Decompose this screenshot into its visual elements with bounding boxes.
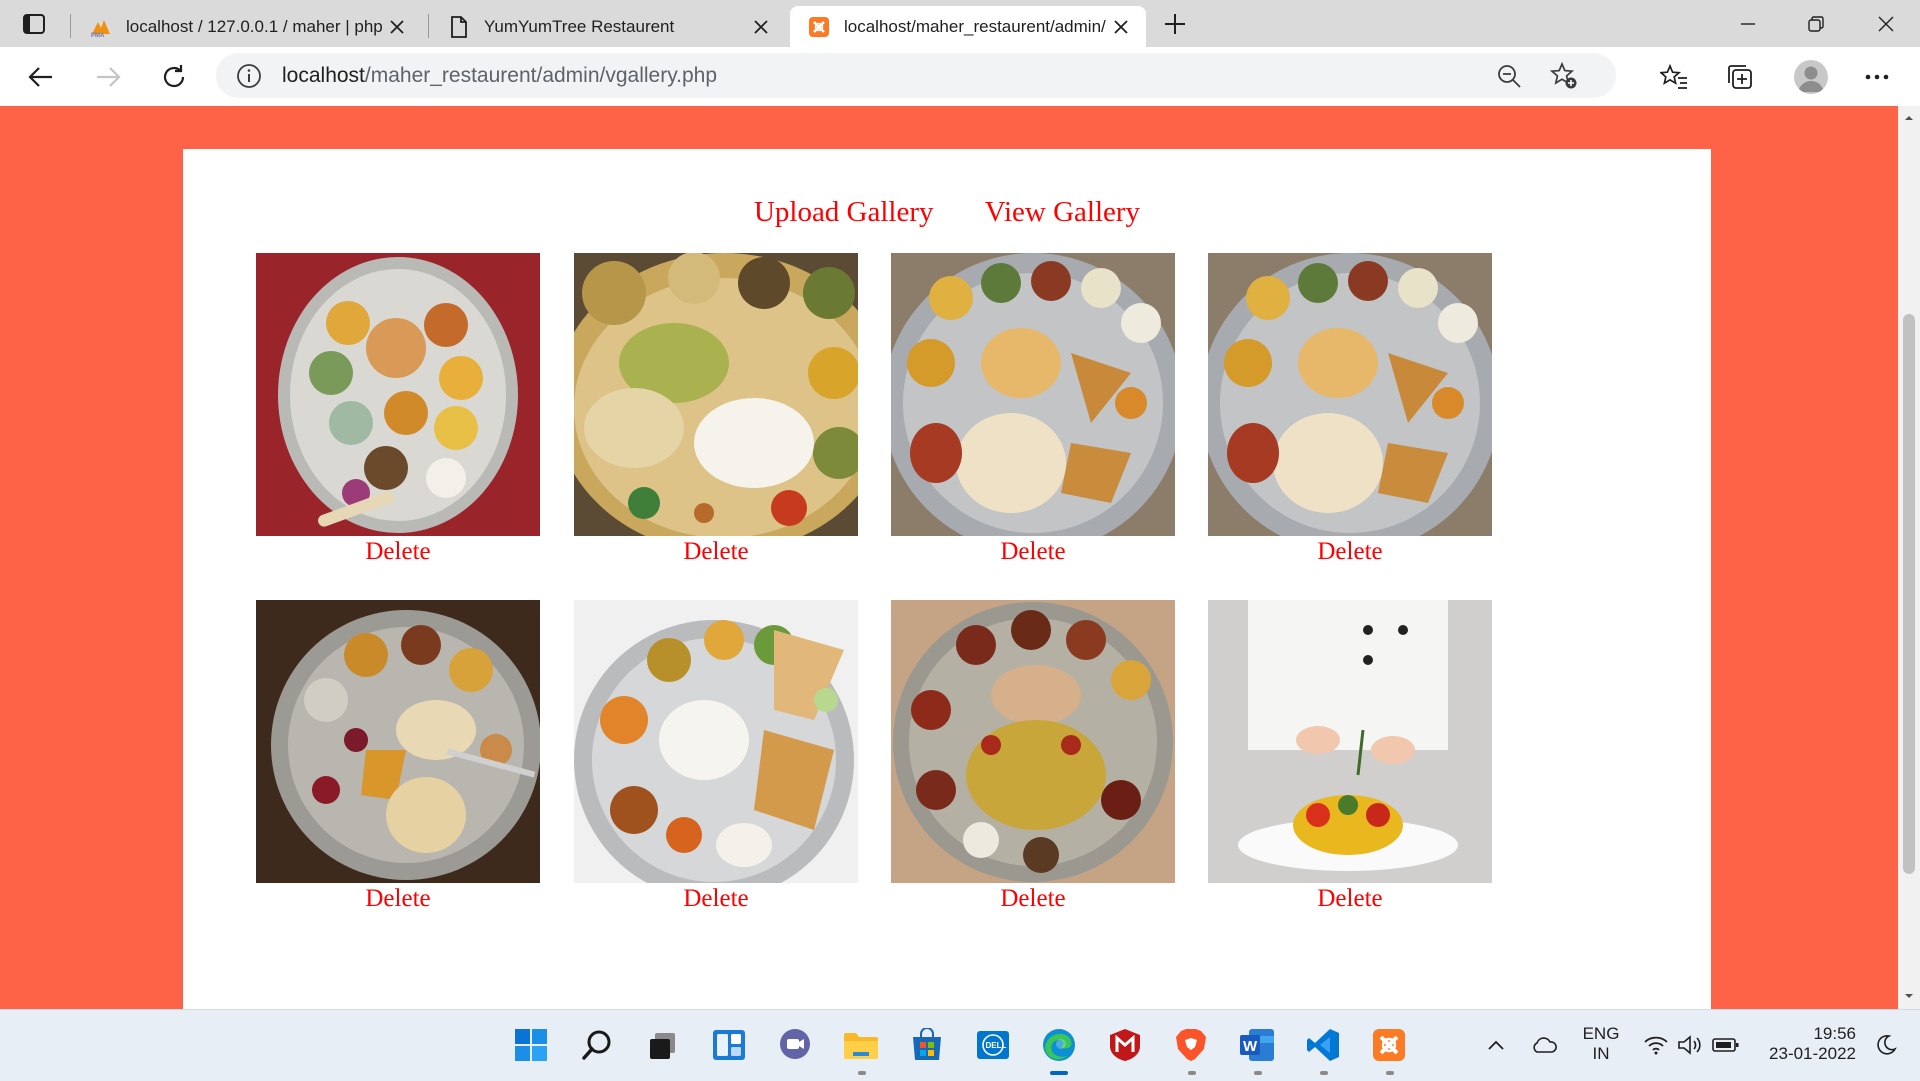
gallery-image bbox=[256, 253, 540, 536]
upload-gallery-link[interactable]: Upload Gallery bbox=[754, 196, 934, 228]
gallery-image bbox=[891, 600, 1175, 883]
url-host: localhost bbox=[282, 64, 365, 87]
tab-title: YumYumTree Restaurent bbox=[484, 16, 675, 36]
gallery-item: Delete bbox=[574, 600, 858, 920]
battery-icon[interactable] bbox=[1706, 1023, 1746, 1067]
delete-link[interactable]: Delete bbox=[256, 885, 540, 913]
edge-icon[interactable] bbox=[1037, 1023, 1081, 1067]
gallery-item: Delete bbox=[1208, 253, 1492, 573]
site-info-icon[interactable] bbox=[236, 63, 262, 89]
tab-title: localhost / 127.0.0.1 / maher | phpMyAdm… bbox=[126, 16, 382, 36]
refresh-icon[interactable] bbox=[157, 60, 191, 94]
delete-link[interactable]: Delete bbox=[256, 538, 540, 566]
new-tab-icon[interactable] bbox=[1160, 9, 1190, 39]
delete-link[interactable]: Delete bbox=[1208, 885, 1492, 913]
volume-icon[interactable] bbox=[1670, 1023, 1710, 1067]
admin-nav: Upload Gallery View Gallery bbox=[183, 196, 1711, 229]
delete-link[interactable]: Delete bbox=[891, 885, 1175, 913]
svg-text:PMA: PMA bbox=[91, 33, 105, 38]
gallery-image bbox=[256, 600, 540, 883]
delete-link[interactable]: Delete bbox=[574, 538, 858, 566]
close-icon[interactable] bbox=[382, 12, 412, 42]
clock-time: 19:56 bbox=[1813, 1024, 1856, 1043]
view-gallery-link[interactable]: View Gallery bbox=[985, 196, 1140, 228]
gallery-item: Delete bbox=[891, 600, 1175, 920]
clock-date: 23-01-2022 bbox=[1769, 1044, 1856, 1063]
gallery-item: Delete bbox=[256, 253, 540, 573]
delete-link[interactable]: Delete bbox=[891, 538, 1175, 566]
vscode-icon[interactable] bbox=[1301, 1023, 1345, 1067]
mcafee-icon[interactable] bbox=[1103, 1023, 1147, 1067]
phpmyadmin-icon: PMA bbox=[90, 16, 112, 38]
tab-yumyumtree[interactable]: YumYumTree Restaurent bbox=[430, 6, 786, 47]
gallery-image bbox=[1208, 253, 1492, 536]
gallery-image bbox=[891, 253, 1175, 536]
xampp-icon[interactable] bbox=[1367, 1023, 1411, 1067]
close-icon[interactable] bbox=[746, 12, 776, 42]
language-region: IN bbox=[1592, 1044, 1610, 1063]
chevron-up-icon[interactable] bbox=[1474, 1023, 1518, 1067]
delete-link[interactable]: Delete bbox=[1208, 538, 1492, 566]
notification-icon[interactable] bbox=[1866, 1023, 1906, 1067]
windows-taskbar: DELL W ENG IN 19:56 23-01-2022 bbox=[0, 1009, 1920, 1081]
more-options-icon[interactable] bbox=[1860, 60, 1894, 94]
onedrive-icon[interactable] bbox=[1522, 1023, 1566, 1067]
gallery-item: Delete bbox=[891, 253, 1175, 573]
tab-actions-icon[interactable] bbox=[20, 11, 48, 37]
xampp-icon bbox=[808, 16, 830, 38]
collections-icon[interactable] bbox=[1723, 60, 1757, 94]
brave-icon[interactable] bbox=[1169, 1023, 1213, 1067]
profile-avatar[interactable] bbox=[1794, 60, 1828, 94]
teams-chat-icon[interactable] bbox=[773, 1023, 817, 1067]
widgets-icon[interactable] bbox=[707, 1023, 751, 1067]
gallery-image bbox=[574, 600, 858, 883]
forward-icon bbox=[91, 60, 125, 94]
gallery-image bbox=[574, 253, 858, 536]
gallery-item: Delete bbox=[1208, 600, 1492, 920]
scroll-down-icon[interactable] bbox=[1903, 990, 1915, 1002]
zoom-out-icon[interactable] bbox=[1496, 63, 1522, 89]
task-view-icon[interactable] bbox=[641, 1023, 685, 1067]
url-text[interactable]: localhost/maher_restaurent/admin/vgaller… bbox=[282, 64, 717, 88]
back-icon[interactable] bbox=[24, 60, 58, 94]
browser-tab-strip: PMA localhost / 127.0.0.1 / maher | phpM… bbox=[0, 0, 1920, 47]
address-bar[interactable]: localhost/maher_restaurent/admin/vgaller… bbox=[216, 53, 1616, 98]
document-icon bbox=[448, 15, 470, 38]
page-viewport: Upload Gallery View Gallery Delete Delet… bbox=[0, 106, 1898, 1009]
language-code: ENG bbox=[1582, 1024, 1620, 1043]
search-icon[interactable] bbox=[575, 1023, 619, 1067]
delete-link[interactable]: Delete bbox=[574, 885, 858, 913]
svg-text:W: W bbox=[1243, 1038, 1258, 1055]
restore-icon[interactable] bbox=[1782, 0, 1850, 47]
svg-text:DELL: DELL bbox=[986, 1041, 1007, 1050]
scroll-up-icon[interactable] bbox=[1903, 112, 1915, 124]
add-favorite-icon[interactable] bbox=[1549, 61, 1578, 90]
content-panel: Upload Gallery View Gallery Delete Delet… bbox=[183, 149, 1711, 1009]
gallery-item: Delete bbox=[574, 253, 858, 573]
windows-start-icon[interactable] bbox=[509, 1023, 553, 1067]
gallery-image bbox=[1208, 600, 1492, 883]
gallery-item: Delete bbox=[256, 600, 540, 920]
file-explorer-icon[interactable] bbox=[839, 1023, 883, 1067]
favorites-icon[interactable] bbox=[1657, 60, 1691, 94]
clock[interactable]: 19:56 23-01-2022 bbox=[1756, 1024, 1856, 1064]
url-path: /maher_restaurent/admin/vgallery.php bbox=[364, 64, 718, 87]
tab-phpmyadmin[interactable]: PMA localhost / 127.0.0.1 / maher | phpM… bbox=[72, 6, 422, 47]
browser-toolbar: localhost/maher_restaurent/admin/vgaller… bbox=[0, 47, 1920, 107]
close-window-icon[interactable] bbox=[1852, 0, 1920, 47]
tab-title: localhost/maher_restaurent/admin/vgaller… bbox=[844, 16, 1106, 36]
page-scrollbar[interactable] bbox=[1898, 106, 1920, 1009]
word-icon[interactable]: W bbox=[1235, 1023, 1279, 1067]
close-icon[interactable] bbox=[1106, 12, 1136, 42]
tab-vgallery[interactable]: localhost/maher_restaurent/admin/vgaller… bbox=[790, 6, 1146, 47]
microsoft-store-icon[interactable] bbox=[905, 1023, 949, 1067]
minimize-icon[interactable] bbox=[1714, 0, 1782, 47]
language-indicator[interactable]: ENG IN bbox=[1576, 1024, 1626, 1064]
dell-icon[interactable]: DELL bbox=[971, 1023, 1015, 1067]
scrollbar-thumb[interactable] bbox=[1903, 314, 1915, 874]
